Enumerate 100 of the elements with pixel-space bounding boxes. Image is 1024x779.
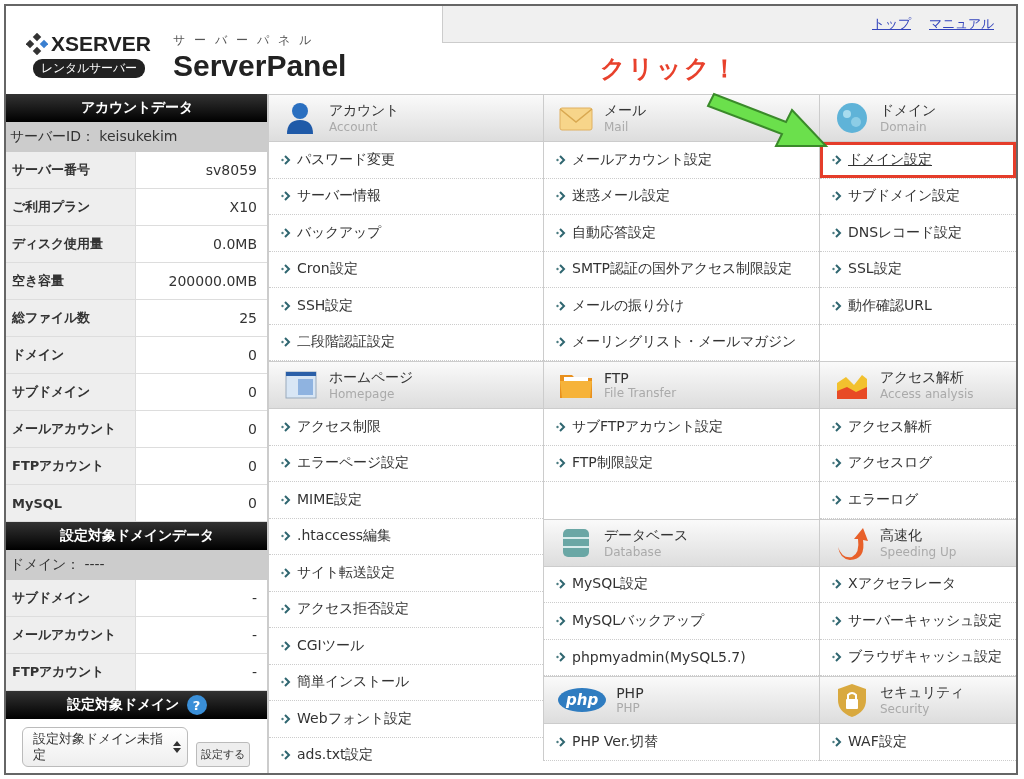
menu-link[interactable]: エラーページ設定 [269, 445, 543, 481]
table-value: sv8059 [204, 161, 258, 180]
menu-link[interactable]: アクセスログ [820, 445, 1016, 481]
table-label: ご利用プラン [6, 189, 136, 225]
menu-link[interactable]: パスワード変更 [269, 142, 543, 178]
bullet-arrow-icon [556, 227, 566, 238]
bullet-arrow-icon [556, 337, 566, 348]
header-link[interactable]: トップ [872, 15, 911, 33]
updown-icon [173, 741, 181, 753]
bullet-arrow-icon [281, 264, 291, 275]
bullet-arrow-icon [281, 458, 291, 469]
table-label: サブドメイン [6, 374, 136, 410]
menu-link[interactable]: SSH設定 [269, 288, 543, 324]
table-value: - [250, 663, 258, 682]
menu-link[interactable]: WAF設定 [820, 724, 1016, 760]
section-title: データベース [604, 526, 688, 545]
product-name: ServerPanel [173, 49, 347, 83]
menu-link[interactable]: サブFTPアカウント設定 [544, 409, 819, 445]
menu-link[interactable]: エラーログ [820, 482, 1016, 518]
bullet-arrow-icon [556, 736, 566, 747]
bullet-arrow-icon [281, 567, 291, 578]
menu-link[interactable]: .htaccess編集 [269, 518, 543, 554]
bullet-arrow-icon [832, 264, 842, 275]
menu-link[interactable]: サーバー情報 [269, 178, 543, 214]
table-value: 0 [247, 457, 258, 476]
bullet-arrow-icon [281, 750, 291, 761]
menu-link[interactable]: アクセス解析 [820, 409, 1016, 445]
bullet-arrow-icon [832, 615, 842, 626]
menu-link[interactable]: バックアップ [269, 215, 543, 251]
menu-link[interactable]: サーバーキャッシュ設定 [820, 603, 1016, 639]
product-kana: サーバーパネル [173, 32, 321, 49]
menu-link[interactable]: Cron設定 [269, 251, 543, 287]
bullet-arrow-icon [832, 652, 842, 663]
menu-link[interactable]: ブラウザキャッシュ設定 [820, 639, 1016, 675]
menu-link[interactable]: 簡単インストール [269, 664, 543, 700]
set-button[interactable]: 設定する [196, 742, 250, 767]
bullet-arrow-icon [556, 579, 566, 590]
section-subtitle: Access analysis [880, 387, 974, 401]
menu-link[interactable]: 二段階認証設定 [269, 324, 543, 360]
menu-link[interactable]: MySQLバックアップ [544, 603, 819, 639]
section-subtitle: PHP [616, 701, 641, 715]
menu-link[interactable]: メールの振り分け [544, 288, 819, 324]
bullet-arrow-icon [281, 677, 291, 688]
menu-link[interactable]: サブドメイン設定 [820, 178, 1016, 214]
table-value: 25 [238, 309, 258, 328]
table-label: メールアカウント [6, 411, 136, 447]
bullet-arrow-icon [281, 421, 291, 432]
menu-link[interactable]: SMTP認証の国外アクセス制限設定 [544, 251, 819, 287]
menu-link[interactable]: 動作確認URL [820, 288, 1016, 324]
section-title: ホームページ [329, 369, 413, 387]
header-link[interactable]: マニュアル [929, 15, 994, 33]
section-title: セキュリティ [880, 684, 964, 702]
table-label: FTPアカウント [6, 654, 136, 690]
menu-link[interactable]: PHP Ver.切替 [544, 724, 819, 760]
menu-link[interactable]: アクセス制限 [269, 409, 543, 445]
menu-link[interactable]: ads.txt設定 [269, 737, 543, 773]
table-value: 0 [247, 420, 258, 439]
table-label: 総ファイル数 [6, 300, 136, 336]
bullet-arrow-icon [832, 300, 842, 311]
menu-link[interactable]: Xアクセラレータ [820, 566, 1016, 602]
brand-name: XSERVER [51, 32, 151, 56]
table-label: サーバー番号 [6, 152, 136, 188]
menu-link[interactable]: メーリングリスト・メールマガジン [544, 324, 819, 360]
menu-link[interactable]: アクセス拒否設定 [269, 591, 543, 627]
menu-link[interactable]: CGIツール [269, 628, 543, 664]
bullet-arrow-icon [832, 154, 842, 165]
menu-link[interactable]: メールアカウント設定 [544, 142, 819, 178]
menu-link[interactable]: 迷惑メール設定 [544, 178, 819, 214]
menu-link[interactable]: DNSレコード設定 [820, 215, 1016, 251]
php-logo: php [558, 688, 607, 712]
menu-link[interactable]: 自動応答設定 [544, 215, 819, 251]
bullet-arrow-icon [832, 494, 842, 505]
section-subtitle: Homepage [329, 387, 396, 401]
domain-select[interactable]: 設定対象ドメイン未指定 [22, 727, 188, 767]
table-value: 0 [247, 494, 258, 513]
bullet-arrow-icon [832, 579, 842, 590]
section-title: 高速化 [880, 526, 923, 545]
menu-link[interactable]: FTP制限設定 [544, 445, 819, 481]
bullet-arrow-icon [281, 337, 291, 348]
bullet-arrow-icon [556, 191, 566, 202]
bullet-arrow-icon [556, 154, 566, 165]
menu-link[interactable]: サイト転送設定 [269, 555, 543, 591]
section-subtitle: Mail [604, 120, 630, 134]
table-value: 0.0MB [212, 235, 258, 254]
menu-link[interactable]: MIME設定 [269, 482, 543, 518]
menu-link[interactable]: SSL設定 [820, 251, 1016, 287]
table-value: 0 [247, 383, 258, 402]
table-value: 0 [247, 346, 258, 365]
bullet-arrow-icon [832, 736, 842, 747]
bullet-arrow-icon [832, 191, 842, 202]
menu-link[interactable]: phpmyadmin(MySQL5.7) [544, 639, 819, 675]
section-title: ドメイン [880, 102, 936, 120]
table-label: MySQL [6, 485, 136, 521]
globe-icon [834, 100, 870, 136]
table-label: ドメイン [6, 337, 136, 373]
bullet-arrow-icon [556, 652, 566, 663]
menu-link[interactable]: Webフォント設定 [269, 701, 543, 737]
bullet-arrow-icon [556, 615, 566, 626]
bullet-arrow-icon [556, 264, 566, 275]
menu-link[interactable]: MySQL設定 [544, 566, 819, 602]
